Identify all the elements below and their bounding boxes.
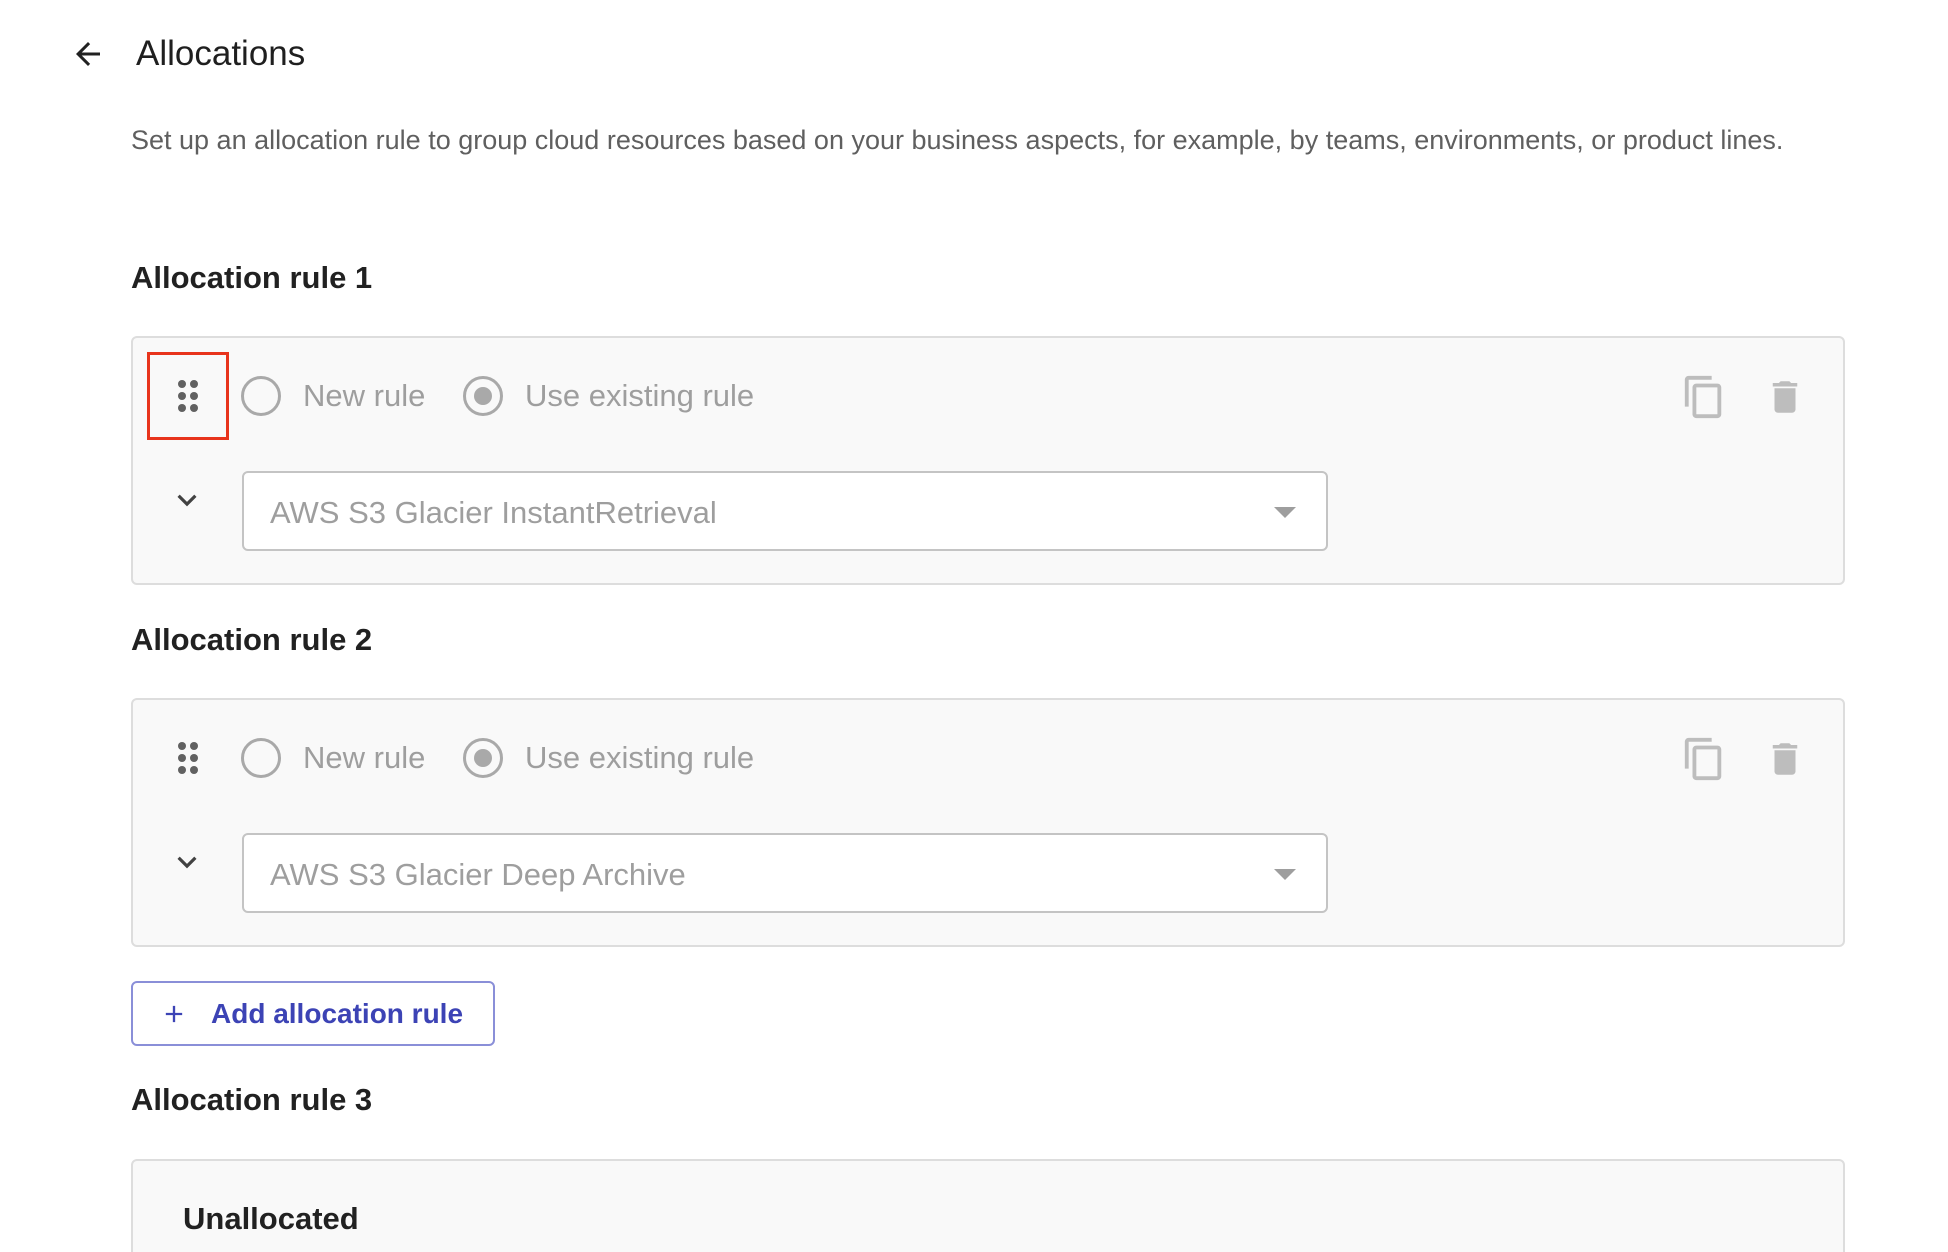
rule-1-options-row: New rule Use existing rule <box>133 338 1843 456</box>
drag-handle[interactable] <box>147 352 229 440</box>
radio-unchecked-icon <box>241 376 281 416</box>
use-existing-rule-radio[interactable]: Use existing rule <box>463 738 754 778</box>
expand-toggle[interactable] <box>159 472 215 528</box>
existing-rule-select[interactable]: AWS S3 Glacier InstantRetrieval <box>242 471 1328 551</box>
page-header: Allocations <box>64 28 305 80</box>
radio-checked-icon <box>463 376 503 416</box>
new-rule-label: New rule <box>303 378 426 413</box>
copy-icon <box>1684 375 1722 419</box>
drag-indicator-icon <box>178 380 198 412</box>
drag-handle[interactable] <box>147 714 229 802</box>
radio-checked-icon <box>463 738 503 778</box>
use-existing-rule-label: Use existing rule <box>525 378 755 413</box>
rule-3-card: Unallocated <box>131 1159 1845 1252</box>
duplicate-button[interactable] <box>1676 369 1732 425</box>
rule-2-card: New rule Use existing rule AWS S3 Glacie… <box>131 698 1845 947</box>
delete-button[interactable] <box>1757 731 1813 787</box>
use-existing-rule-radio[interactable]: Use existing rule <box>463 376 754 416</box>
chevron-down-icon <box>177 494 197 507</box>
plus-icon <box>159 999 189 1029</box>
trash-icon <box>1772 743 1798 775</box>
new-rule-radio[interactable]: New rule <box>241 738 425 778</box>
copy-icon <box>1684 737 1722 781</box>
page-title: Allocations <box>136 34 306 73</box>
rule-3-title: Allocation rule 3 <box>131 1082 373 1117</box>
dropdown-arrow-icon <box>1274 869 1296 880</box>
add-allocation-rule-label: Add allocation rule <box>211 997 464 1029</box>
drag-indicator-icon <box>178 742 198 774</box>
back-button[interactable] <box>64 30 112 78</box>
select-value: AWS S3 Glacier Deep Archive <box>270 857 686 892</box>
dropdown-arrow-icon <box>1274 507 1296 518</box>
select-value: AWS S3 Glacier InstantRetrieval <box>270 495 717 530</box>
new-rule-label: New rule <box>303 740 426 775</box>
chevron-down-icon <box>177 856 197 869</box>
rule-2-options-row: New rule Use existing rule <box>133 700 1843 818</box>
trash-icon <box>1772 381 1798 413</box>
expand-toggle[interactable] <box>159 834 215 890</box>
radio-unchecked-icon <box>241 738 281 778</box>
add-allocation-rule-button[interactable]: Add allocation rule <box>131 981 495 1046</box>
unallocated-label: Unallocated <box>183 1201 359 1236</box>
existing-rule-select[interactable]: AWS S3 Glacier Deep Archive <box>242 833 1328 913</box>
use-existing-rule-label: Use existing rule <box>525 740 755 775</box>
new-rule-radio[interactable]: New rule <box>241 376 425 416</box>
rule-2-title: Allocation rule 2 <box>131 622 373 657</box>
delete-button[interactable] <box>1757 369 1813 425</box>
page-description: Set up an allocation rule to group cloud… <box>131 125 1784 155</box>
rule-1-title: Allocation rule 1 <box>131 260 373 295</box>
arrow-left-icon <box>76 42 100 66</box>
rule-1-card: New rule Use existing rule AWS S3 Glacie… <box>131 336 1845 585</box>
duplicate-button[interactable] <box>1676 731 1732 787</box>
